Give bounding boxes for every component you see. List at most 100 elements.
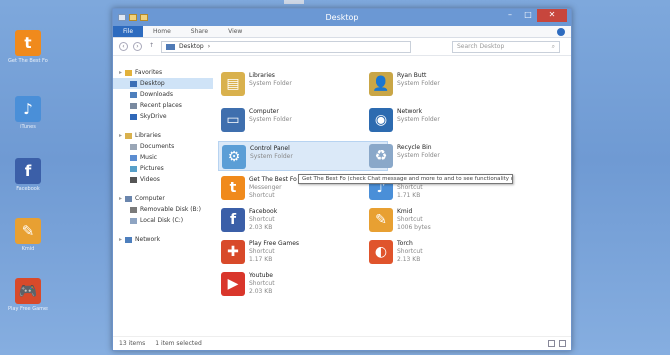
nav-item[interactable]: Pictures: [113, 163, 213, 174]
properties-icon[interactable]: [129, 14, 137, 21]
file-item[interactable]: ⚙ Control Panel System Folder: [218, 141, 388, 171]
nav-item[interactable]: Downloads: [113, 89, 213, 100]
file-item[interactable]: 👤 Ryan Butt System Folder: [366, 69, 536, 99]
file-item-detail: Shortcut: [249, 280, 275, 287]
back-arrow-icon[interactable]: ‹: [119, 42, 128, 51]
nav-item[interactable]: Documents: [113, 141, 213, 152]
nav-item[interactable]: ▸ Computer: [113, 193, 213, 204]
search-input[interactable]: Search Desktop ⌕: [452, 40, 560, 53]
maximize-button[interactable]: □: [519, 9, 537, 22]
address-text: Desktop: [179, 43, 204, 50]
computer-icon: ▭: [221, 108, 245, 132]
nav-item[interactable]: ▸ Libraries: [113, 130, 213, 141]
file-item[interactable]: ◐ Torch Shortcut 2.13 KB: [366, 237, 536, 267]
nav-item[interactable]: Recent places: [113, 100, 213, 111]
file-item-detail: Shortcut: [397, 184, 423, 191]
folder-icon: [166, 43, 175, 50]
search-placeholder: Search Desktop: [457, 43, 505, 50]
nav-item-icon: [125, 132, 133, 139]
large-icons-view-icon[interactable]: [559, 340, 566, 347]
expand-arrow-icon[interactable]: ▸: [119, 69, 122, 76]
desktop-shortcut[interactable]: ✎ Kmid: [8, 218, 48, 252]
tab-view[interactable]: View: [218, 26, 252, 37]
expand-arrow-icon[interactable]: ▸: [119, 132, 122, 139]
music-icon: ♪: [15, 96, 41, 122]
forward-arrow-icon[interactable]: ›: [133, 42, 142, 51]
nav-item-icon: [130, 80, 137, 87]
desktop-shortcut-label: Play Free Games: [8, 306, 48, 312]
status-bar: 13 items 1 item selected: [113, 336, 571, 350]
nav-item[interactable]: Music: [113, 152, 213, 163]
nav-item[interactable]: Desktop: [113, 78, 213, 89]
desktop-shortcut-label: Get The Best Fo Messenger: [8, 58, 48, 64]
address-bar[interactable]: Desktop ›: [161, 40, 411, 53]
nav-item[interactable]: Local Disk (C:): [113, 215, 213, 226]
tab-share[interactable]: Share: [181, 26, 218, 37]
window-menu-icon[interactable]: [118, 14, 126, 21]
help-icon[interactable]: [557, 28, 565, 36]
desktop-shortcut[interactable]: t Get The Best Fo Messenger: [8, 30, 48, 64]
minimize-button[interactable]: –: [501, 9, 519, 22]
expand-arrow-icon[interactable]: ▸: [119, 195, 122, 202]
title-bar[interactable]: Desktop – □ ✕: [113, 9, 571, 26]
desktop-shortcut[interactable]: ♪ iTunes: [8, 96, 48, 130]
file-item-name: Network: [397, 108, 423, 115]
pencil-icon: ✎: [15, 218, 41, 244]
recycle-bin-icon: ♻: [369, 144, 393, 168]
torch-icon: ◐: [369, 240, 393, 264]
tab-file[interactable]: File: [113, 26, 144, 37]
file-item-detail: System Folder: [250, 153, 293, 160]
nav-item[interactable]: ▸ Network: [113, 234, 213, 245]
nav-item-icon: [130, 217, 137, 224]
file-item-detail: System Folder: [397, 152, 440, 159]
close-button[interactable]: ✕: [537, 9, 567, 22]
file-item-detail: 1006 bytes: [397, 224, 431, 231]
control-panel-icon: ⚙: [222, 145, 246, 169]
file-item-name: Play Free Games: [249, 240, 300, 247]
file-item[interactable]: ▶ Youtube Shortcut 2.03 KB: [218, 269, 388, 299]
file-item[interactable]: ▤ Libraries System Folder: [218, 69, 388, 99]
nav-item[interactable]: Videos: [113, 174, 213, 185]
file-item-detail: System Folder: [249, 80, 292, 87]
nav-item[interactable]: SkyDrive: [113, 111, 213, 122]
file-item[interactable]: ◉ Network System Folder: [366, 105, 536, 135]
nav-item[interactable]: ▸ Favorites: [113, 67, 213, 78]
file-item-name: Computer: [249, 108, 279, 115]
library-icon: ▤: [221, 72, 245, 96]
network-icon: ◉: [369, 108, 393, 132]
nav-item-icon: [130, 91, 137, 98]
nav-item-label: Removable Disk (B:): [140, 206, 202, 213]
file-item[interactable]: ♻ Recycle Bin System Folder: [366, 141, 536, 171]
nav-item-icon: [125, 236, 133, 243]
nav-item-label: Pictures: [140, 165, 164, 172]
file-item-detail: 1.71 KB: [397, 192, 421, 199]
tab-home[interactable]: Home: [143, 26, 181, 37]
file-item[interactable]: f Facebook Shortcut 2.03 KB: [218, 205, 388, 235]
file-item[interactable]: ✎ Kmid Shortcut 1006 bytes: [366, 205, 536, 235]
nav-item-label: SkyDrive: [140, 113, 167, 120]
youtube-icon: ▶: [221, 272, 245, 296]
expand-arrow-icon[interactable]: ▸: [119, 236, 122, 243]
file-item[interactable]: ✚ Play Free Games Shortcut 1.17 KB: [218, 237, 388, 267]
new-folder-icon[interactable]: [140, 14, 148, 21]
file-item-detail: Shortcut: [249, 248, 275, 255]
ribbon-tabs: File Home Share View: [113, 26, 571, 38]
file-item-detail: Shortcut: [397, 216, 423, 223]
file-item-detail: 1.17 KB: [249, 256, 273, 263]
up-arrow-icon[interactable]: ↑: [147, 42, 156, 51]
nav-item-icon: [130, 113, 137, 120]
details-view-icon[interactable]: [548, 340, 555, 347]
address-separator: ›: [207, 43, 211, 50]
file-item-name: Ryan Butt: [397, 72, 427, 79]
desktop-shortcut[interactable]: f Facebook: [8, 158, 48, 192]
nav-item-label: Videos: [140, 176, 160, 183]
file-item-detail: Shortcut: [249, 216, 275, 223]
nav-item[interactable]: Removable Disk (B:): [113, 204, 213, 215]
file-item[interactable]: ▭ Computer System Folder: [218, 105, 388, 135]
nav-item-label: Favorites: [135, 69, 163, 76]
t-app-icon: t: [221, 176, 245, 200]
desktop-shortcut[interactable]: 🎮 Play Free Games: [8, 278, 48, 312]
